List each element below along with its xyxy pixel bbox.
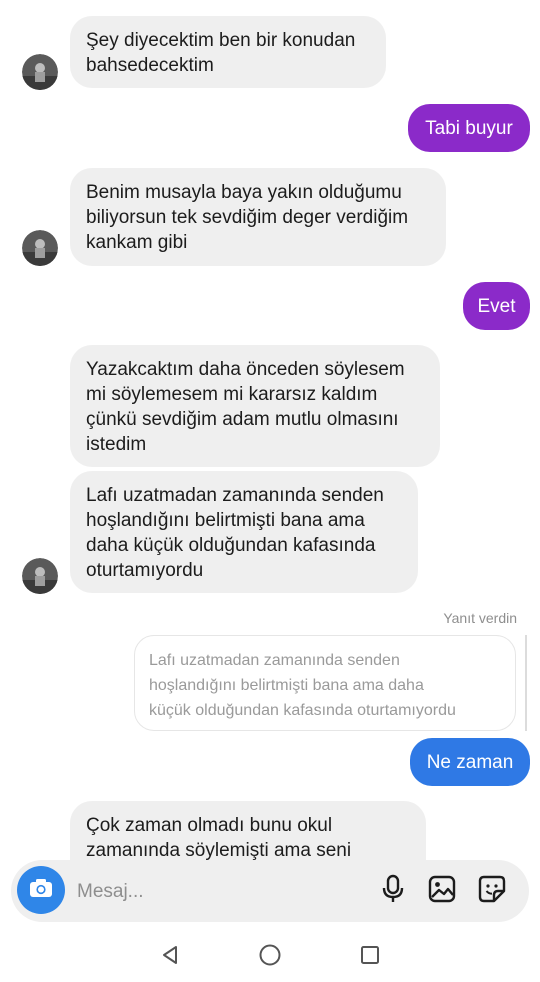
microphone-icon xyxy=(380,874,406,909)
sticker-icon xyxy=(477,874,507,909)
message-outgoing[interactable]: Tabi buyur xyxy=(408,104,530,152)
system-navigation-bar xyxy=(0,930,540,982)
camera-button[interactable] xyxy=(17,866,65,914)
message-outgoing[interactable]: Evet xyxy=(463,282,530,330)
avatar[interactable] xyxy=(22,558,58,594)
home-button[interactable] xyxy=(257,944,283,970)
message-composer xyxy=(11,860,529,922)
message-outgoing[interactable]: Ne zaman xyxy=(410,738,530,786)
back-triangle-icon xyxy=(159,944,181,971)
back-button[interactable] xyxy=(157,944,183,970)
gallery-button[interactable] xyxy=(426,875,458,907)
replied-label: Yanıt verdin xyxy=(443,610,517,626)
chat-screen: Şey diyecektim ben bir konudan bahsedece… xyxy=(0,0,540,982)
gallery-icon xyxy=(427,874,457,909)
microphone-button[interactable] xyxy=(377,874,409,909)
message-incoming[interactable]: Lafı uzatmadan zamanında senden hoşlandı… xyxy=(70,471,418,593)
recents-square-icon xyxy=(359,944,381,971)
home-circle-icon xyxy=(258,943,282,972)
quote-bar xyxy=(525,635,527,731)
avatar[interactable] xyxy=(22,54,58,90)
message-input[interactable] xyxy=(75,876,359,908)
message-incoming[interactable]: Yazakcaktım daha önceden söylesem mi söy… xyxy=(70,345,440,467)
sticker-button[interactable] xyxy=(476,875,508,907)
recents-button[interactable] xyxy=(357,944,383,970)
message-incoming[interactable]: Benim musayla baya yakın olduğumu biliyo… xyxy=(70,168,446,266)
avatar[interactable] xyxy=(22,230,58,266)
message-incoming[interactable]: Şey diyecektim ben bir konudan bahsedece… xyxy=(70,16,386,88)
camera-icon xyxy=(27,874,55,907)
quoted-message[interactable]: Lafı uzatmadan zamanında senden hoşlandı… xyxy=(134,635,516,731)
